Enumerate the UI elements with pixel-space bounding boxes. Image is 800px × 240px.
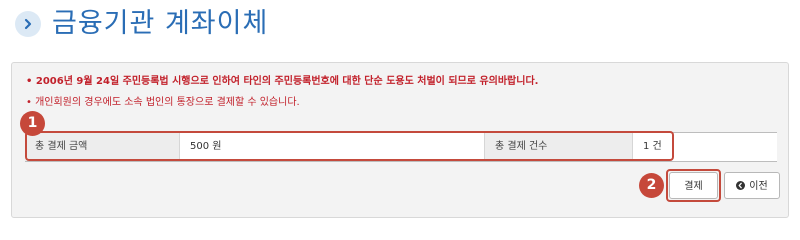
pay-button[interactable]: 결제 [669,172,718,199]
prev-button[interactable]: 이전 [724,172,780,199]
notice-corporate-account: • 개인회원의 경우에도 소속 법인의 통장으로 결제할 수 있습니다. [26,97,300,108]
total-count-value: 1 건 [643,141,662,152]
page-title: 금융기관 계좌이체 [52,8,269,39]
page-header: 금융기관 계좌이체 [0,0,800,50]
payment-panel: • 2006년 9월 24일 주민등록법 시행으로 인하여 타인의 주민등록번호… [11,62,789,218]
payment-summary-table: 총 결제 금액 500 원 총 결제 건수 1 건 [25,132,777,162]
back-icon [736,181,746,190]
step-2-badge: 2 [639,173,664,198]
chevron-right-icon [15,11,41,37]
total-amount-value: 500 원 [180,133,485,161]
prev-button-label: 이전 [749,181,768,192]
step-1-badge: 1 [20,111,45,136]
notice-id-theft-warning: • 2006년 9월 24일 주민등록법 시행으로 인하여 타인의 주민등록번호… [26,76,539,87]
total-count-label: 총 결제 건수 [485,133,633,161]
total-amount-label: 총 결제 금액 [25,133,180,161]
